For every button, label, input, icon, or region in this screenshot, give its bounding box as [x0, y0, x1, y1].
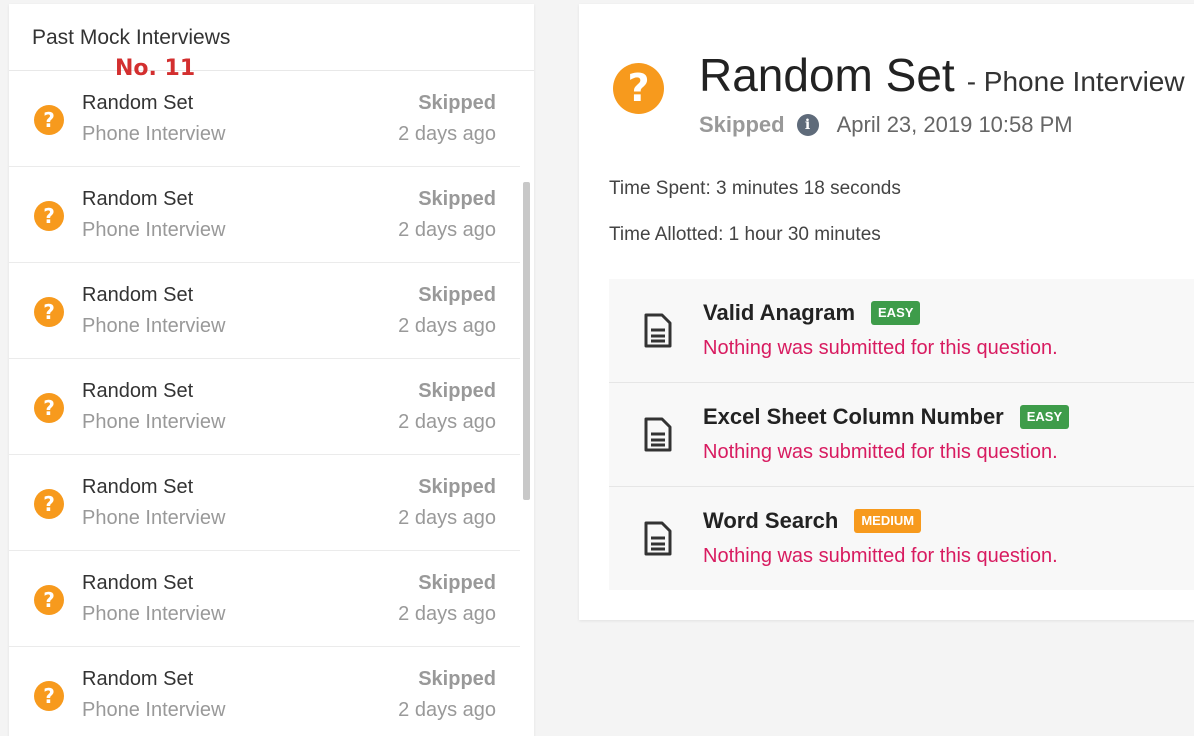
item-subtitle: Phone Interview	[82, 315, 226, 337]
question-row[interactable]: Word Search MEDIUM Nothing was submitted…	[609, 487, 1194, 590]
difficulty-badge: EASY	[871, 301, 921, 325]
detail-subtitle: - Phone Interview	[966, 66, 1185, 97]
item-time: 2 days ago	[398, 123, 496, 145]
question-title[interactable]: Excel Sheet Column Number	[703, 404, 1004, 430]
question-title-row: Word Search MEDIUM	[703, 508, 922, 534]
question-title[interactable]: Valid Anagram	[703, 300, 855, 326]
item-subtitle: Phone Interview	[82, 603, 226, 625]
question-icon: ?	[34, 393, 64, 423]
item-title: Random Set	[82, 188, 194, 210]
question-title-row: Valid Anagram EASY	[703, 300, 921, 326]
item-time: 2 days ago	[398, 603, 496, 625]
item-title: Random Set	[82, 572, 194, 594]
question-note: Nothing was submitted for this question.	[703, 337, 1058, 359]
detail-status: Skipped	[699, 112, 785, 137]
item-subtitle: Phone Interview	[82, 507, 226, 529]
question-icon: ?	[34, 681, 64, 711]
list-item[interactable]: ? Random Set Phone Interview Skipped 2 d…	[9, 647, 520, 736]
question-list: Valid Anagram EASY Nothing was submitted…	[609, 279, 1194, 590]
question-icon: ?	[34, 585, 64, 615]
question-icon: ?	[34, 105, 64, 135]
interview-list: ? Random Set Phone Interview Skipped 2 d…	[9, 71, 534, 736]
item-title: Random Set	[82, 476, 194, 498]
question-icon: ?	[613, 63, 664, 114]
item-title: Random Set	[82, 284, 194, 306]
question-note: Nothing was submitted for this question.	[703, 441, 1058, 463]
item-time: 2 days ago	[398, 699, 496, 721]
list-item[interactable]: ? Random Set Phone Interview Skipped 2 d…	[9, 71, 520, 167]
item-title: Random Set	[82, 380, 194, 402]
difficulty-badge: EASY	[1019, 405, 1070, 429]
question-row[interactable]: Valid Anagram EASY Nothing was submitted…	[609, 279, 1194, 383]
document-icon	[644, 313, 672, 348]
info-icon[interactable]: i	[796, 114, 819, 136]
item-status: Skipped	[418, 188, 496, 210]
question-title[interactable]: Word Search	[703, 508, 838, 534]
time-spent: Time Spent: 3 minutes 18 seconds	[609, 178, 901, 199]
question-title-row: Excel Sheet Column Number EASY	[703, 404, 1070, 430]
detail-title: Random Set	[699, 49, 955, 101]
item-status: Skipped	[418, 380, 496, 402]
question-row[interactable]: Excel Sheet Column Number EASY Nothing w…	[609, 383, 1194, 487]
list-item[interactable]: ? Random Set Phone Interview Skipped 2 d…	[9, 551, 520, 647]
past-interviews-panel: Past Mock Interviews ? Random Set Phone …	[9, 4, 534, 736]
list-item[interactable]: ? Random Set Phone Interview Skipped 2 d…	[9, 359, 520, 455]
item-time: 2 days ago	[398, 507, 496, 529]
item-subtitle: Phone Interview	[82, 699, 226, 721]
item-status: Skipped	[418, 284, 496, 306]
item-time: 2 days ago	[398, 315, 496, 337]
question-icon: ?	[34, 201, 64, 231]
list-scrollbar[interactable]	[523, 182, 530, 500]
question-icon: ?	[34, 489, 64, 519]
interview-detail-panel: ? Random Set - Phone Interview Skipped i …	[579, 4, 1194, 620]
item-subtitle: Phone Interview	[82, 219, 226, 241]
item-title: Random Set	[82, 668, 194, 690]
detail-heading: Random Set - Phone Interview	[699, 48, 1185, 102]
detail-meta: Skipped i April 23, 2019 10:58 PM	[699, 112, 1073, 138]
list-item[interactable]: ? Random Set Phone Interview Skipped 2 d…	[9, 167, 520, 263]
document-icon	[644, 417, 672, 452]
panel-title: Past Mock Interviews	[9, 4, 534, 71]
item-subtitle: Phone Interview	[82, 123, 226, 145]
list-item[interactable]: ? Random Set Phone Interview Skipped 2 d…	[9, 455, 520, 551]
annotation-label: No. 11	[115, 56, 196, 81]
detail-date: April 23, 2019 10:58 PM	[836, 112, 1073, 137]
item-status: Skipped	[418, 92, 496, 114]
difficulty-badge: MEDIUM	[854, 509, 922, 533]
document-icon	[644, 521, 672, 556]
question-icon: ?	[34, 297, 64, 327]
item-status: Skipped	[418, 476, 496, 498]
item-time: 2 days ago	[398, 219, 496, 241]
list-item[interactable]: ? Random Set Phone Interview Skipped 2 d…	[9, 263, 520, 359]
item-status: Skipped	[418, 572, 496, 594]
item-subtitle: Phone Interview	[82, 411, 226, 433]
item-time: 2 days ago	[398, 411, 496, 433]
item-title: Random Set	[82, 92, 194, 114]
item-status: Skipped	[418, 668, 496, 690]
time-allotted: Time Allotted: 1 hour 30 minutes	[609, 224, 881, 245]
question-note: Nothing was submitted for this question.	[703, 545, 1058, 567]
